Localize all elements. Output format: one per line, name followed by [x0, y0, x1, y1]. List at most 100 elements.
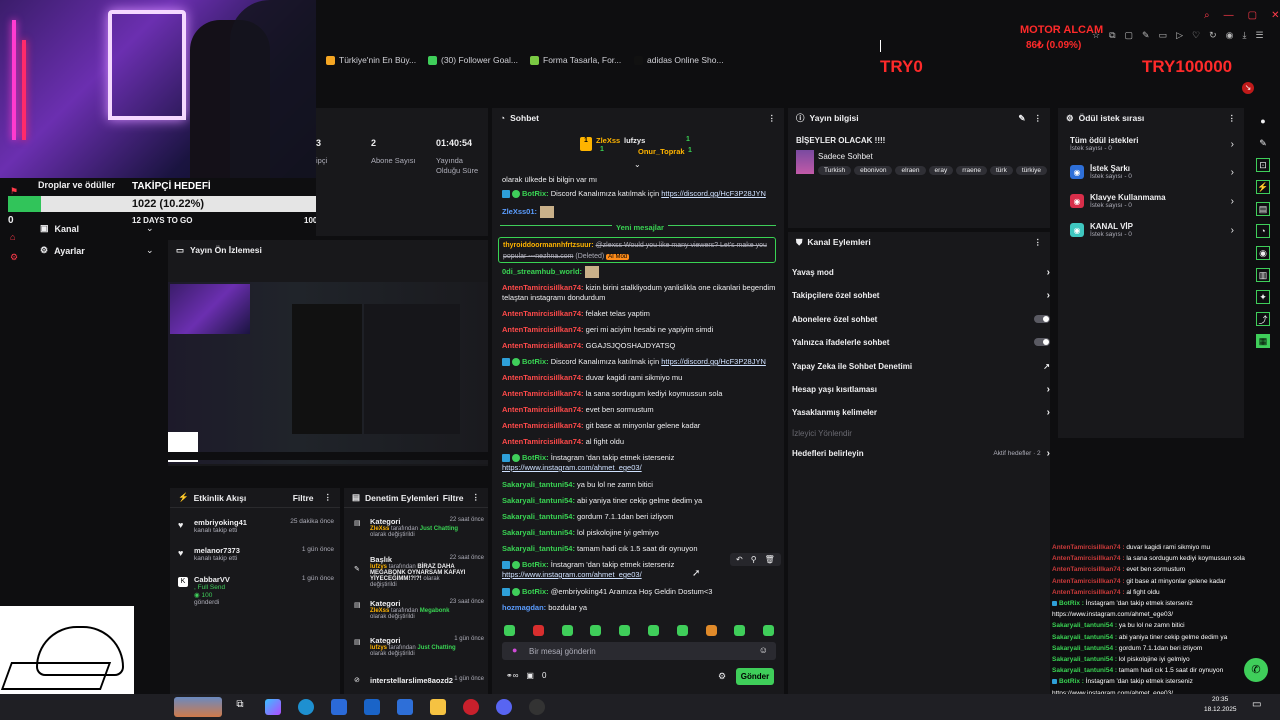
emote-button[interactable]: [734, 625, 746, 636]
external-link-icon[interactable]: ↗: [1043, 362, 1050, 371]
sidebar-item-settings[interactable]: ⚙ Ayarlar: [40, 245, 85, 256]
chat-username[interactable]: BotRix:: [522, 357, 549, 366]
emote-button[interactable]: [561, 625, 573, 636]
chevron-right-icon[interactable]: ›: [1231, 196, 1234, 207]
chevron-right-icon[interactable]: ›: [1231, 167, 1234, 178]
chat-username[interactable]: ZleXss01:: [502, 207, 537, 216]
reward-item[interactable]: ◉ KANAL VİP İstek sayısı - 0 ›: [1070, 222, 1234, 238]
opera-icon[interactable]: [463, 699, 479, 715]
chat-icon[interactable]: ◔: [1256, 224, 1270, 238]
reading-list-icon[interactable]: ▢: [1125, 30, 1134, 41]
chat-username[interactable]: 0di_streamhub_world:: [502, 267, 582, 276]
more-icon[interactable]: ⋮: [472, 492, 481, 503]
chat-username[interactable]: BotRix:: [522, 189, 549, 198]
menu-icon[interactable]: ☰: [1255, 30, 1263, 41]
send-button[interactable]: Gönder: [736, 668, 774, 685]
tag[interactable]: eray: [928, 166, 954, 175]
bookmark-item[interactable]: adidas Online Sho...: [634, 55, 724, 65]
bolt-icon[interactable]: ⚡: [1256, 180, 1270, 194]
top-user-name[interactable]: Onur_Toprak: [638, 147, 685, 156]
settings-icon[interactable]: ⚙: [718, 671, 726, 682]
top-user-name[interactable]: lufzys: [624, 136, 645, 145]
tag[interactable]: türk: [990, 166, 1013, 175]
more-icon[interactable]: ⋮: [324, 492, 333, 503]
clip-icon[interactable]: ⊡: [1256, 158, 1270, 172]
chat-username[interactable]: AntenTamircisiIlkan74:: [502, 283, 584, 292]
app-icon[interactable]: [397, 699, 413, 715]
chevron-down-icon[interactable]: ⌄: [634, 160, 641, 169]
profile-icon[interactable]: ◉: [1226, 30, 1234, 41]
circle-icon[interactable]: ●: [1256, 114, 1270, 128]
edit-icon[interactable]: ✎: [1018, 113, 1025, 124]
reward-item[interactable]: Tüm ödül istekleri İstek sayısı - 0 ›: [1070, 136, 1234, 152]
pencil-icon[interactable]: ✎: [1256, 136, 1270, 150]
layout-icon[interactable]: ▥: [1256, 268, 1270, 282]
broadcast-icon[interactable]: ◉: [1256, 246, 1270, 260]
settings-icon[interactable]: ⚙: [10, 252, 18, 263]
chat-username[interactable]: AntenTamircisiIlkan74:: [502, 373, 584, 382]
chat-username[interactable]: Sakaryali_tantuni54:: [502, 512, 575, 521]
chat-input-field[interactable]: ● Bir mesaj gönderin ☺: [502, 642, 776, 660]
more-icon[interactable]: ⋮: [1228, 113, 1237, 124]
chat-username[interactable]: AntenTamircisiIlkan74:: [502, 421, 584, 430]
minimize-icon[interactable]: —: [1224, 10, 1234, 21]
channel-action-item[interactable]: Takipçilere özel sohbet ›: [792, 287, 1050, 303]
chat-username[interactable]: AntenTamircisiIlkan74:: [502, 325, 584, 334]
channel-icon[interactable]: ⌂: [10, 232, 15, 242]
refresh-icon[interactable]: ↻: [1209, 30, 1217, 41]
chat-username[interactable]: BotRix:: [522, 453, 549, 462]
chat-username[interactable]: Sakaryali_tantuni54:: [502, 496, 575, 505]
activity-filter-button[interactable]: Filtre: [293, 493, 314, 503]
channel-action-item[interactable]: Yasaklanmış kelimeler ›: [792, 404, 1050, 420]
emote-button[interactable]: [705, 625, 717, 636]
emote-button[interactable]: [619, 625, 631, 636]
chat-username[interactable]: AntenTamircisiIlkan74:: [502, 389, 584, 398]
gift-icon[interactable]: ▣: [526, 671, 534, 680]
store-icon[interactable]: [331, 699, 347, 715]
chat-username[interactable]: Sakaryali_tantuni54:: [502, 544, 575, 553]
delete-icon[interactable]: 🗑: [765, 555, 775, 564]
bookmark-item[interactable]: Türkiye'nin En Büy...: [326, 55, 416, 65]
maximize-icon[interactable]: ▢: [1248, 10, 1257, 21]
chat-username[interactable]: AntenTamircisiIlkan74:: [502, 341, 584, 350]
download-icon[interactable]: ⤓: [1243, 30, 1247, 41]
extension-icon[interactable]: ⧉: [1109, 30, 1115, 41]
bookmark-item[interactable]: Forma Tasarla, For...: [530, 55, 621, 65]
pin-icon[interactable]: ⚲: [751, 555, 757, 564]
chevron-right-icon[interactable]: ›: [1047, 267, 1050, 278]
chevron-right-icon[interactable]: ›: [1047, 448, 1050, 459]
chevron-right-icon[interactable]: ›: [1047, 290, 1050, 301]
channel-action-item[interactable]: Yalnızca ifadelerle sohbet: [792, 334, 1050, 350]
bookmark-item[interactable]: (30) Follower Goal...: [428, 55, 518, 65]
folder-icon[interactable]: [430, 699, 446, 715]
emote-button[interactable]: [763, 625, 775, 636]
share-icon[interactable]: ⤴: [1256, 312, 1270, 326]
stream-category[interactable]: Sadece Sohbet: [818, 152, 873, 161]
task-view-icon[interactable]: ⧉: [232, 699, 248, 715]
chevron-down-icon[interactable]: ⌄: [146, 245, 154, 256]
search-icon[interactable]: ⌕: [1204, 10, 1210, 21]
chat-username[interactable]: AntenTamircisiIlkan74:: [502, 437, 584, 446]
discord-icon[interactable]: [496, 699, 512, 715]
chat-username[interactable]: AntenTamircisiIlkan74:: [502, 309, 584, 318]
chevron-down-icon[interactable]: ⌄: [146, 223, 154, 234]
tag[interactable]: türkiye: [1015, 166, 1047, 175]
reward-item[interactable]: ◉ İstek Şarkı İstek sayısı - 0 ›: [1070, 164, 1234, 180]
channel-action-item[interactable]: Abonelere özel sohbet: [792, 311, 1050, 327]
channel-action-item[interactable]: Yavaş mod ›: [792, 264, 1050, 280]
sidebar-item-drops[interactable]: Droplar ve ödüller: [38, 180, 115, 190]
gift-icon[interactable]: ⚑: [10, 186, 18, 197]
chat-link[interactable]: https://discord.gg/HcF3P28JYN: [661, 357, 766, 366]
chat-username[interactable]: hozmagdan:: [502, 603, 546, 612]
chat-username[interactable]: Sakaryali_tantuni54:: [502, 480, 575, 489]
sidebar-item-channel[interactable]: ▣ Kanal: [40, 223, 79, 234]
emoji-icon[interactable]: ☺: [759, 645, 768, 655]
chevron-right-icon[interactable]: ›: [1231, 225, 1234, 236]
toggle-switch[interactable]: [1034, 338, 1050, 346]
heart-icon[interactable]: ♡: [1192, 30, 1200, 41]
tag[interactable]: rraene: [956, 166, 987, 175]
wrench-icon[interactable]: ✦: [1256, 290, 1270, 304]
chat-username[interactable]: Sakaryali_tantuni54:: [502, 528, 575, 537]
channel-action-item[interactable]: Hedefleri belirleyin Aktif hedefler · 2 ›: [792, 445, 1050, 461]
tag[interactable]: Turkish: [818, 166, 852, 175]
